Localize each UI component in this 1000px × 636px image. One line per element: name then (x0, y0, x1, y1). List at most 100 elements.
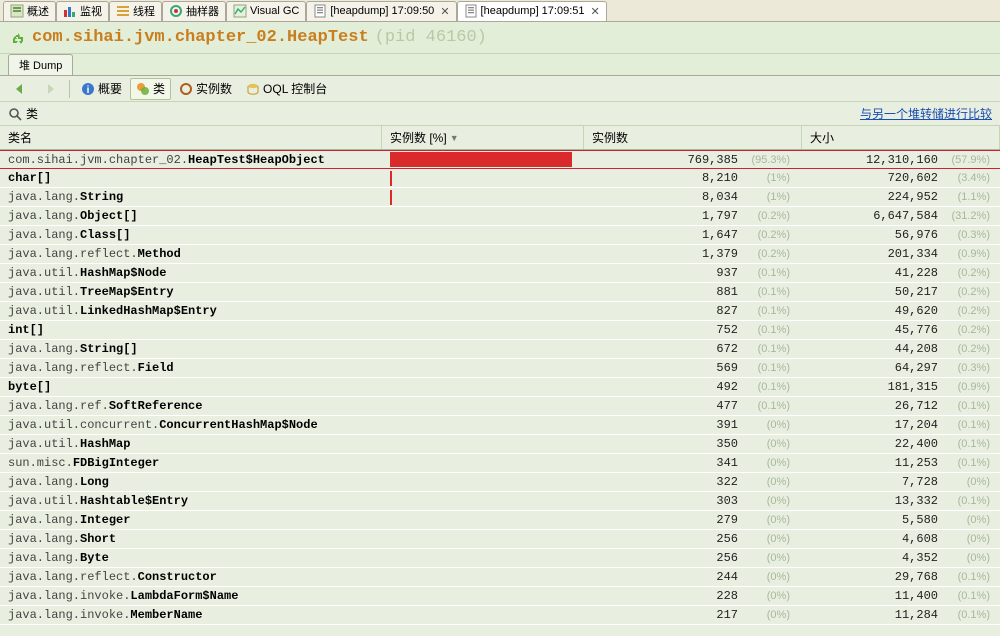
heapdump-icon (313, 4, 327, 18)
table-row[interactable]: java.util.Hashtable$Entry303(0%)13,332(0… (0, 492, 1000, 511)
cell-bar (382, 171, 584, 186)
cell-instances: 391(0%) (584, 418, 802, 432)
cell-instances: 477(0.1%) (584, 399, 802, 413)
cell-classname: java.lang.ref.SoftReference (0, 399, 382, 413)
magnifier-icon[interactable] (8, 107, 22, 121)
cell-size: 41,228(0.2%) (802, 266, 1000, 280)
col-instance-pct[interactable]: 实例数 [%]▼ (382, 126, 584, 149)
cell-instances: 256(0%) (584, 551, 802, 565)
overview-icon (10, 4, 24, 18)
table-row[interactable]: java.lang.reflect.Constructor244(0%)29,7… (0, 568, 1000, 587)
forward-button[interactable] (36, 78, 64, 100)
col-size[interactable]: 大小 (802, 126, 1000, 149)
cell-classname: java.lang.reflect.Field (0, 361, 382, 375)
tab-overview-0[interactable]: 概述 (3, 1, 56, 21)
table-row[interactable]: java.lang.Object[]1,797(0.2%)6,647,584(3… (0, 207, 1000, 226)
table-row[interactable]: java.lang.Byte256(0%)4,352(0%) (0, 549, 1000, 568)
table-row[interactable]: sun.misc.FDBigInteger341(0%)11,253(0.1%) (0, 454, 1000, 473)
back-button[interactable] (6, 78, 34, 100)
cell-size: 6,647,584(31.2%) (802, 209, 1000, 223)
table-row[interactable]: java.lang.String8,034(1%)224,952(1.1%) (0, 188, 1000, 207)
cell-size: 181,315(0.9%) (802, 380, 1000, 394)
cell-instances: 769,385(95.3%) (584, 153, 802, 167)
table-row[interactable]: java.lang.Class[]1,647(0.2%)56,976(0.3%) (0, 226, 1000, 245)
tab-monitor-1[interactable]: 监视 (56, 1, 109, 21)
cell-classname: java.lang.String[] (0, 342, 382, 356)
table-row[interactable]: java.util.HashMap350(0%)22,400(0.1%) (0, 435, 1000, 454)
col-instances[interactable]: 实例数 (584, 126, 802, 149)
cell-classname: java.util.TreeMap$Entry (0, 285, 382, 299)
overview-button[interactable]: i 概要 (75, 78, 128, 100)
cell-bar (382, 152, 584, 167)
tab-visualgc-4[interactable]: Visual GC (226, 1, 306, 21)
cell-instances: 256(0%) (584, 532, 802, 546)
table-row[interactable]: java.util.concurrent.ConcurrentHashMap$N… (0, 416, 1000, 435)
tab-label: 监视 (80, 3, 102, 19)
tab-sampler-3[interactable]: 抽样器 (162, 1, 226, 21)
cell-size: 56,976(0.3%) (802, 228, 1000, 242)
table-row[interactable]: char[]8,210(1%)720,602(3.4%) (0, 169, 1000, 188)
cell-size: 5,580(0%) (802, 513, 1000, 527)
cell-instances: 752(0.1%) (584, 323, 802, 337)
cell-classname: java.lang.Short (0, 532, 382, 546)
close-icon[interactable]: ✕ (440, 5, 449, 18)
table-row[interactable]: java.util.LinkedHashMap$Entry827(0.1%)49… (0, 302, 1000, 321)
close-icon[interactable]: ✕ (591, 5, 600, 18)
cell-classname: java.lang.invoke.MemberName (0, 608, 382, 622)
subtab-heap-dump[interactable]: 堆 Dump (8, 54, 73, 75)
cell-size: 13,332(0.1%) (802, 494, 1000, 508)
cell-size: 4,608(0%) (802, 532, 1000, 546)
oql-button[interactable]: OQL 控制台 (240, 78, 333, 100)
table-row[interactable]: java.lang.ref.SoftReference477(0.1%)26,7… (0, 397, 1000, 416)
cell-instances: 322(0%) (584, 475, 802, 489)
instances-label: 实例数 (196, 80, 232, 97)
cell-classname: java.lang.Class[] (0, 228, 382, 242)
svg-text:i: i (87, 85, 90, 96)
tab-label: 抽样器 (186, 3, 219, 19)
tab-label: 概述 (27, 3, 49, 19)
table-row[interactable]: com.sihai.jvm.chapter_02.HeapTest$HeapOb… (0, 150, 1000, 169)
tab-threads-2[interactable]: 线程 (109, 1, 162, 21)
sort-desc-icon: ▼ (450, 133, 459, 143)
instances-button[interactable]: 实例数 (173, 78, 238, 100)
cell-instances: 8,034(1%) (584, 190, 802, 204)
tab-heapdump-5[interactable]: [heapdump] 17:09:50✕ (306, 1, 456, 21)
table-row[interactable]: java.lang.invoke.MemberName217(0%)11,284… (0, 606, 1000, 625)
table-row[interactable]: byte[]492(0.1%)181,315(0.9%) (0, 378, 1000, 397)
cell-size: 22,400(0.1%) (802, 437, 1000, 451)
cell-instances: 341(0%) (584, 456, 802, 470)
tab-heapdump-6[interactable]: [heapdump] 17:09:51✕ (457, 1, 607, 21)
cell-size: 224,952(1.1%) (802, 190, 1000, 204)
table-row[interactable]: java.lang.Short 256(0%)4,608(0%) (0, 530, 1000, 549)
cell-classname: java.lang.reflect.Constructor (0, 570, 382, 584)
cell-instances: 350(0%) (584, 437, 802, 451)
table-body: com.sihai.jvm.chapter_02.HeapTest$HeapOb… (0, 150, 1000, 625)
table-row[interactable]: java.lang.Long322(0%)7,728(0%) (0, 473, 1000, 492)
compare-heap-link[interactable]: 与另一个堆转储进行比较 (860, 105, 992, 122)
table-row[interactable]: java.lang.invoke.LambdaForm$Name228(0%)1… (0, 587, 1000, 606)
recycle-icon (10, 30, 26, 46)
table-header: 类名 实例数 [%]▼ 实例数 大小 (0, 126, 1000, 150)
cell-instances: 8,210(1%) (584, 171, 802, 185)
col-classname[interactable]: 类名 (0, 126, 382, 149)
tab-label: 线程 (133, 3, 155, 19)
table-row[interactable]: java.lang.Integer279(0%)5,580(0%) (0, 511, 1000, 530)
table-row[interactable]: java.util.HashMap$Node937(0.1%)41,228(0.… (0, 264, 1000, 283)
table-row[interactable]: java.lang.reflect.Field569(0.1%)64,297(0… (0, 359, 1000, 378)
table-row[interactable]: java.lang.String[]672(0.1%)44,208(0.2%) (0, 340, 1000, 359)
table-row[interactable]: int[]752(0.1%)45,776(0.2%) (0, 321, 1000, 340)
cell-classname: java.lang.Object[] (0, 209, 382, 223)
cell-size: 4,352(0%) (802, 551, 1000, 565)
cell-instances: 1,379(0.2%) (584, 247, 802, 261)
instances-icon (179, 82, 193, 96)
cell-size: 720,602(3.4%) (802, 171, 1000, 185)
table-row[interactable]: java.lang.reflect.Method1,379(0.2%)201,3… (0, 245, 1000, 264)
heapdump-title-bar: com.sihai.jvm.chapter_02.HeapTest (pid 4… (0, 22, 1000, 54)
cell-classname: int[] (0, 323, 382, 337)
cell-size: 49,620(0.2%) (802, 304, 1000, 318)
cell-classname: java.lang.reflect.Method (0, 247, 382, 261)
arrow-right-icon (42, 81, 58, 97)
cell-classname: java.util.LinkedHashMap$Entry (0, 304, 382, 318)
classes-button[interactable]: 类 (130, 78, 171, 100)
table-row[interactable]: java.util.TreeMap$Entry881(0.1%)50,217(0… (0, 283, 1000, 302)
